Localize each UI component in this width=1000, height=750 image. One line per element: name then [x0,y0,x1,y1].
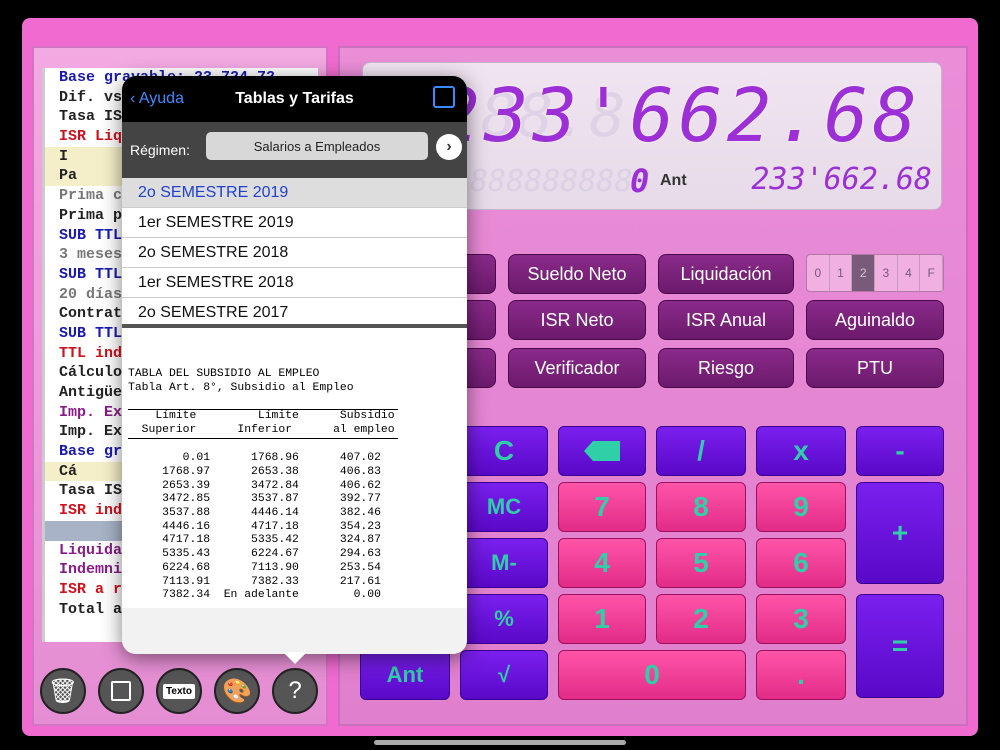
mc-key[interactable]: MC [460,482,548,532]
equals-key[interactable]: = [856,594,944,698]
period-item[interactable]: 1er SEMESTRE 2019 [122,208,467,238]
key-4[interactable]: 4 [558,538,646,588]
regimen-select[interactable]: Salarios a Empleados [206,132,428,160]
ant-key[interactable]: Ant [360,650,450,700]
table-row: 2653.39 3472.84 406.62 [128,479,381,492]
minus-key[interactable]: - [856,426,944,476]
table-row: 4717.18 5335.42 324.87 [128,534,381,547]
key-6[interactable]: 6 [756,538,846,588]
decimal-option[interactable]: 0 [807,255,830,291]
ant-label: Ant [660,172,687,189]
trash-button[interactable]: 🗑 [40,668,86,714]
table-row: 5335.43 6224.67 294.63 [128,548,381,561]
percent-key[interactable]: % [460,594,548,644]
decimal-option[interactable]: 1 [830,255,853,291]
sueldo-neto-button[interactable]: Sueldo Neto [508,254,646,294]
riesgo-button[interactable]: Riesgo [658,348,794,388]
table-title: TABLA DEL SUBSIDIO AL EMPLEO [128,368,320,380]
liquidacion-button[interactable]: Liquidación [658,254,794,294]
table-subtitle: Tabla Art. 8°, Subsidio al Empleo [128,381,354,394]
key-1[interactable]: 1 [558,594,646,644]
edit-icon [111,681,131,701]
popover-title: Tablas y Tarifas [235,90,354,107]
popover-header: ‹ Ayuda Tablas y Tarifas [122,76,467,122]
multiply-key[interactable]: x [756,426,846,476]
divide-key[interactable]: / [656,426,746,476]
key-3[interactable]: 3 [756,594,846,644]
chevron-right-icon[interactable]: › [436,134,462,160]
decimal-option[interactable]: 4 [898,255,921,291]
table-row: 0.01 1768.96 407.02 [128,452,381,465]
table-row: 3537.88 4446.14 382.46 [128,507,381,520]
texto-button[interactable]: Texto [156,668,202,714]
isr-anual-button[interactable]: ISR Anual [658,300,794,340]
period-item[interactable]: 1er SEMESTRE 2018 [122,268,467,298]
table-spacer [128,439,467,453]
tables-popover: ‹ Ayuda Tablas y Tarifas Régimen: Salari… [122,76,467,654]
table-header: Superior Inferior al empleo [128,424,398,439]
sqrt-key[interactable]: √ [460,650,548,700]
trash-icon: 🗑 [47,677,79,705]
memory-value: 0 [630,162,650,200]
regimen-label: Régimen: [130,142,190,158]
table-row: 4446.16 4717.18 354.23 [128,520,381,533]
decimal-option[interactable]: 2 [852,255,876,291]
table-row: 1768.97 2653.38 406.83 [128,465,381,478]
ant-value: 233'662.68 [751,162,932,197]
key-8[interactable]: 8 [656,482,746,532]
period-item[interactable]: 2o SEMESTRE 2019 [122,178,467,208]
key-0[interactable]: 0 [558,650,746,700]
popover-arrow [283,652,307,664]
isr-neto-button[interactable]: ISR Neto [508,300,646,340]
decimal-point-key[interactable]: . [756,650,846,700]
main-result: 233'662.68 [435,73,921,159]
table-row: 6224.68 7113.90 253.54 [128,561,381,574]
edit-button[interactable] [98,668,144,714]
aguinaldo-button[interactable]: Aguinaldo [806,300,944,340]
palette-button[interactable]: 🎨 [214,668,260,714]
key-5[interactable]: 5 [656,538,746,588]
key-9[interactable]: 9 [756,482,846,532]
subsidy-table: TABLA DEL SUBSIDIO AL EMPLEO Tabla Art. 8… [122,328,467,603]
plus-key[interactable]: + [856,482,944,584]
key-7[interactable]: 7 [558,482,646,532]
popover-footer [122,608,467,654]
ptu-button[interactable]: PTU [806,348,944,388]
regimen-row: Régimen: Salarios a Empleados › [122,122,467,178]
compose-icon[interactable] [433,86,455,108]
texto-icon: Texto [163,683,195,699]
backspace-icon [584,441,620,461]
verificador-button[interactable]: Verificador [508,348,646,388]
decimal-option[interactable]: 3 [875,255,898,291]
backspace-key[interactable] [558,426,646,476]
question-icon: ? [288,677,302,704]
m-minus-key[interactable]: M- [460,538,548,588]
clear-key[interactable]: C [460,426,548,476]
decimal-selector[interactable]: 01234F [806,254,944,292]
period-item[interactable]: 2o SEMESTRE 2017 [122,298,467,324]
table-row: 7113.91 7382.33 217.61 [128,575,381,588]
table-header: Límite Límite Subsidio [128,409,398,424]
help-button[interactable]: ? [272,668,318,714]
period-item[interactable]: 2o SEMESTRE 2018 [122,238,467,268]
decimal-option[interactable]: F [920,255,944,291]
table-row: 7382.34 En adelante 0.00 [128,589,381,602]
palette-icon: 🎨 [222,677,252,705]
table-row: 3472.85 3537.87 392.77 [128,493,381,506]
table-spacer [128,395,467,409]
tape-toolbar: 🗑 Texto 🎨 ? [32,658,328,726]
memory-ghost-digits: 8888888888 [470,164,651,199]
key-2[interactable]: 2 [656,594,746,644]
home-indicator [374,740,626,745]
period-list[interactable]: 2o SEMESTRE 2019 1er SEMESTRE 2019 2o SEME… [122,178,467,324]
